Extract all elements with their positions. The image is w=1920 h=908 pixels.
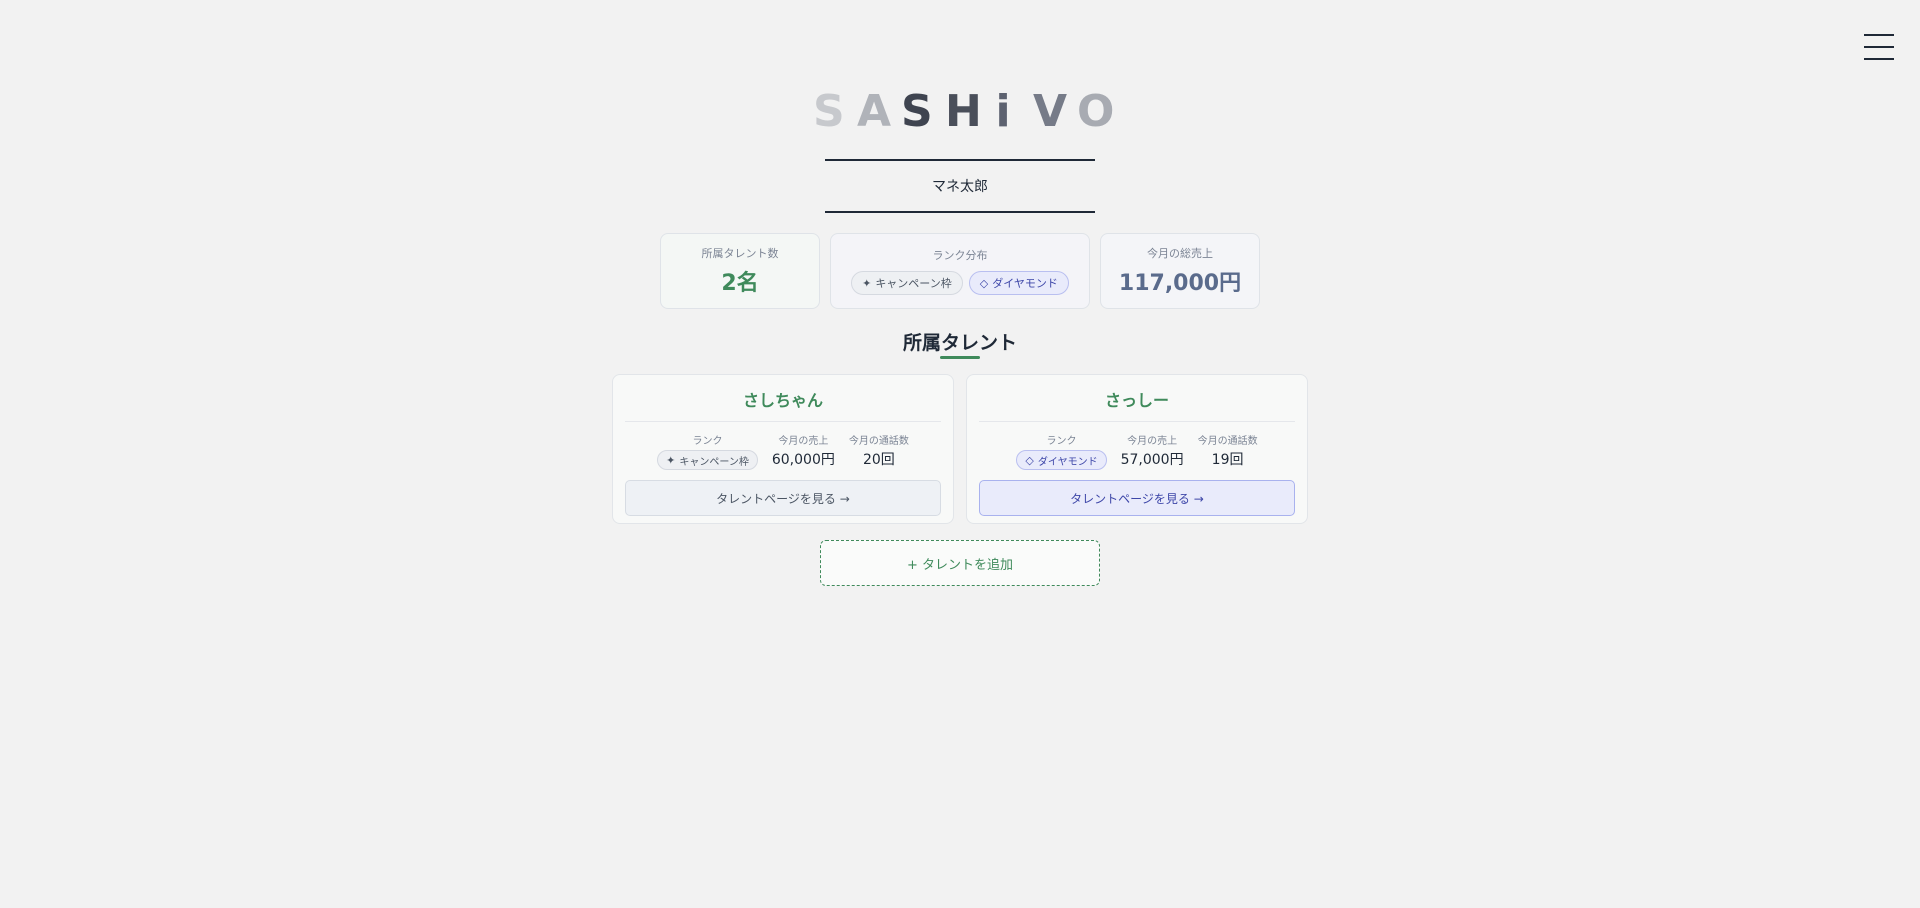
rank-distribution-card: ランク分布 ✦ キャンペーン枠 ◇ ダイヤモンド xyxy=(830,233,1090,309)
rank-label: ランク xyxy=(692,436,723,447)
view-talent-page-button[interactable]: タレントページを見る → xyxy=(979,480,1295,516)
talent-card: さっしー ランク ◇ ダイヤモンド 今月の売上 57,000円 今月の通話数 1… xyxy=(966,374,1308,524)
monthly-sales-card: 今月の総売上 117,000円 xyxy=(1100,233,1260,309)
sales-value: 57,000円 xyxy=(1120,452,1184,468)
talent-count-value: 2名 xyxy=(721,271,759,296)
diamond-icon: ◇ xyxy=(979,276,989,290)
sashivo-logo: S A S H i V O xyxy=(0,88,1920,136)
calls-label: 今月の通話数 xyxy=(1197,436,1258,447)
diamond-icon: ◇ xyxy=(1025,453,1034,467)
section-title-underline xyxy=(940,356,980,359)
sales-value: 60,000円 xyxy=(771,452,835,468)
hamburger-menu-button[interactable] xyxy=(1864,34,1894,60)
calls-value: 20回 xyxy=(862,452,895,468)
view-talent-page-button[interactable]: タレントページを見る → xyxy=(625,480,941,516)
hamburger-icon-line xyxy=(1864,58,1894,60)
logo-letter: A xyxy=(857,86,894,137)
agency-name: マネ太郎 xyxy=(825,159,1095,213)
hamburger-icon-line xyxy=(1864,34,1894,36)
logo-letter: V xyxy=(1033,86,1070,137)
campaign-rank-badge: ✦ キャンペーン枠 xyxy=(657,450,758,470)
diamond-rank-badge: ◇ ダイヤモンド xyxy=(1016,450,1107,470)
sales-label: 今月の売上 xyxy=(1127,436,1178,447)
logo-letter: O xyxy=(1077,86,1117,137)
calls-label: 今月の通話数 xyxy=(848,436,909,447)
logo-letter: H xyxy=(945,86,984,137)
summary-stats: 所属タレント数 2名 ランク分布 ✦ キャンペーン枠 ◇ ダイヤモンド 今月の総… xyxy=(660,233,1260,309)
calls-value: 19回 xyxy=(1211,452,1244,468)
badge-label: ダイヤモンド xyxy=(1037,456,1098,468)
monthly-sales-label: 今月の総売上 xyxy=(1147,247,1213,260)
talent-list: さしちゃん ランク ✦ キャンペーン枠 今月の売上 60,000円 今月の通話数… xyxy=(612,374,1308,524)
sales-label: 今月の売上 xyxy=(778,436,829,447)
badge-label: キャンペーン枠 xyxy=(679,456,749,468)
diamond-rank-badge: ◇ ダイヤモンド xyxy=(968,271,1069,295)
logo-letter: S xyxy=(901,86,935,137)
logo-letter: i xyxy=(995,86,1013,137)
badge-label: ダイヤモンド xyxy=(992,277,1058,290)
section-title: 所属タレント xyxy=(902,332,1017,354)
add-talent-button[interactable]: + タレントを追加 xyxy=(820,540,1100,586)
talent-card: さしちゃん ランク ✦ キャンペーン枠 今月の売上 60,000円 今月の通話数… xyxy=(612,374,954,524)
talent-count-label: 所属タレント数 xyxy=(701,247,779,260)
monthly-sales-value: 117,000円 xyxy=(1118,271,1242,296)
logo-letter: S xyxy=(813,86,847,137)
rank-label: ランク xyxy=(1046,436,1077,447)
talent-count-card: 所属タレント数 2名 xyxy=(660,233,820,309)
campaign-rank-badge: ✦ キャンペーン枠 xyxy=(851,271,963,295)
sparkle-icon: ✦ xyxy=(862,276,872,290)
talent-name: さっしー xyxy=(979,387,1295,422)
talent-name: さしちゃん xyxy=(625,387,941,422)
sparkle-icon: ✦ xyxy=(666,453,676,467)
hamburger-icon-line xyxy=(1864,46,1894,48)
rank-distribution-label: ランク分布 xyxy=(932,249,988,262)
badge-label: キャンペーン枠 xyxy=(875,277,952,290)
